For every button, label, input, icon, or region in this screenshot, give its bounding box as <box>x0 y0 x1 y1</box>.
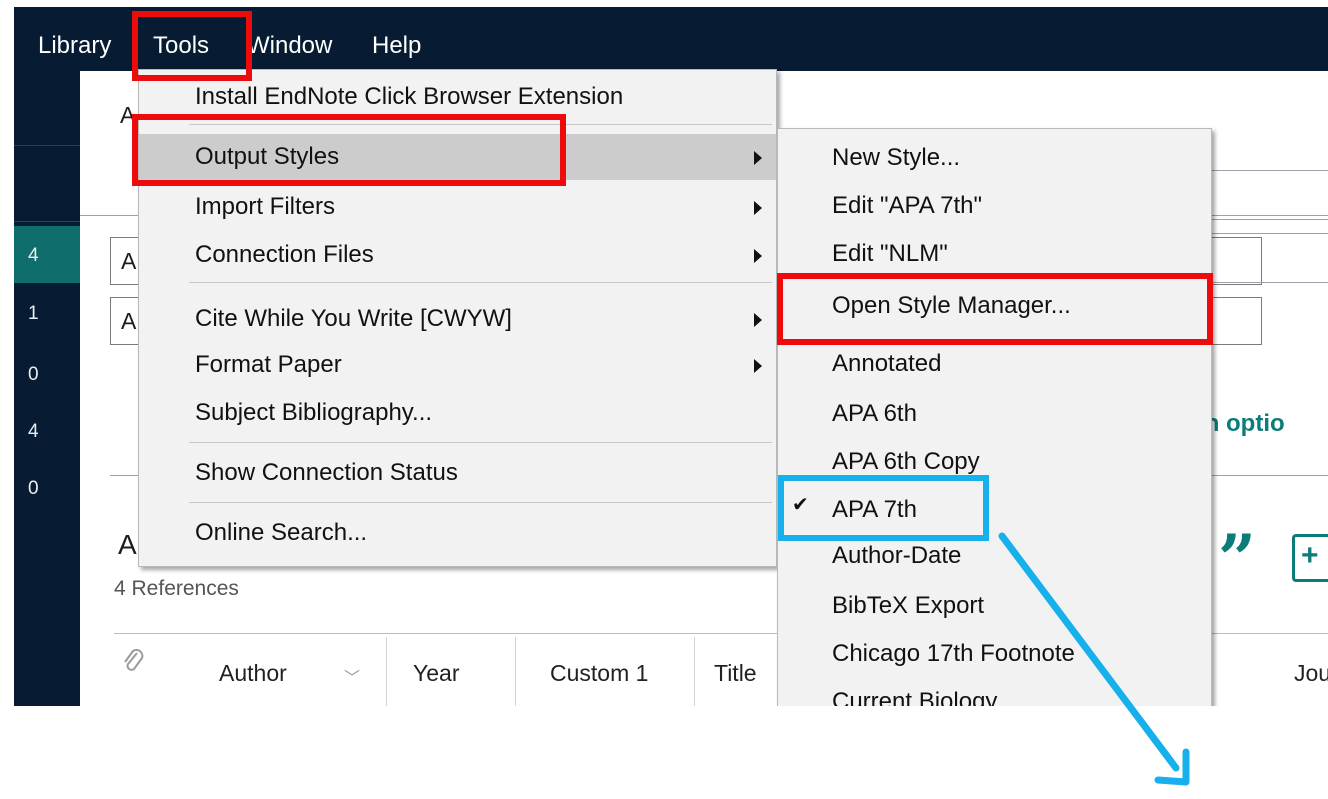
annotation-arrow-icon <box>998 532 1190 786</box>
